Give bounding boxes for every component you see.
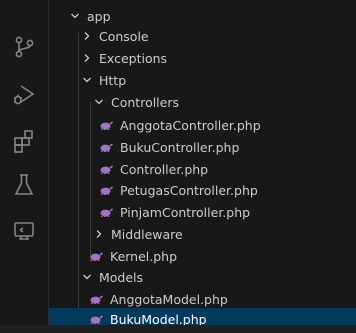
php-file-icon: [89, 251, 103, 261]
tree-folder[interactable]: Models: [49, 266, 356, 288]
tree-folder[interactable]: app: [49, 5, 356, 27]
activity-bar: [0, 0, 49, 333]
chevron-down-icon[interactable]: [81, 74, 93, 86]
explorer-tree: app Console Exceptions Http Controllers Anggo…: [49, 0, 356, 333]
chevron-right-icon[interactable]: [93, 228, 105, 240]
tree-item-label: app: [87, 8, 111, 24]
tree-file[interactable]: Controller.php: [49, 158, 356, 180]
tree-file[interactable]: BukuController.php: [49, 136, 356, 158]
php-file-icon: [99, 142, 113, 152]
tree-folder[interactable]: Controllers: [49, 91, 356, 113]
source-control-icon[interactable]: [11, 34, 37, 60]
run-debug-icon[interactable]: [11, 82, 37, 108]
tree-item-label: PetugasController.php: [120, 182, 258, 198]
chevron-down-icon[interactable]: [69, 10, 81, 22]
remote-explorer-icon[interactable]: [11, 218, 37, 244]
tree-item-label: BukuController.php: [120, 139, 240, 155]
next-item-partial: [0, 325, 356, 333]
extensions-icon[interactable]: [11, 128, 37, 154]
tree-folder[interactable]: Exceptions: [49, 47, 356, 69]
php-file-icon: [99, 207, 113, 217]
tree-folder[interactable]: Console: [49, 25, 356, 47]
php-file-icon: [89, 314, 103, 324]
tree-item-label: Middleware: [111, 226, 183, 242]
chevron-down-icon[interactable]: [81, 271, 93, 283]
tree-file[interactable]: PetugasController.php: [49, 179, 356, 201]
chevron-down-icon[interactable]: [93, 96, 105, 108]
tree-file[interactable]: Kernel.php: [49, 245, 356, 267]
tree-item-label: AnggotaModel.php: [110, 291, 228, 307]
tree-folder[interactable]: Middleware: [49, 223, 356, 245]
tree-item-label: Exceptions: [99, 50, 168, 66]
tree-file[interactable]: PinjamController.php: [49, 201, 356, 223]
tree-item-label: PinjamController.php: [120, 204, 251, 220]
chevron-right-icon[interactable]: [81, 52, 93, 64]
testing-icon[interactable]: [11, 172, 37, 198]
php-file-icon: [99, 164, 113, 174]
php-file-icon: [99, 185, 113, 195]
tree-file[interactable]: AnggotaController.php: [49, 114, 356, 136]
tree-item-label: Console: [99, 28, 149, 44]
php-file-icon: [99, 120, 113, 130]
tree-file[interactable]: AnggotaModel.php: [49, 288, 356, 310]
tree-item-label: AnggotaController.php: [120, 117, 261, 133]
tree-item-label: Http: [99, 72, 127, 88]
tree-item-label: Models: [99, 269, 144, 285]
tree-item-label: Controllers: [111, 94, 179, 110]
php-file-icon: [89, 294, 103, 304]
tree-folder[interactable]: Http: [49, 69, 356, 91]
tree-item-label: Controller.php: [120, 161, 209, 177]
tree-item-label: Kernel.php: [110, 248, 178, 264]
chevron-right-icon[interactable]: [81, 30, 93, 42]
